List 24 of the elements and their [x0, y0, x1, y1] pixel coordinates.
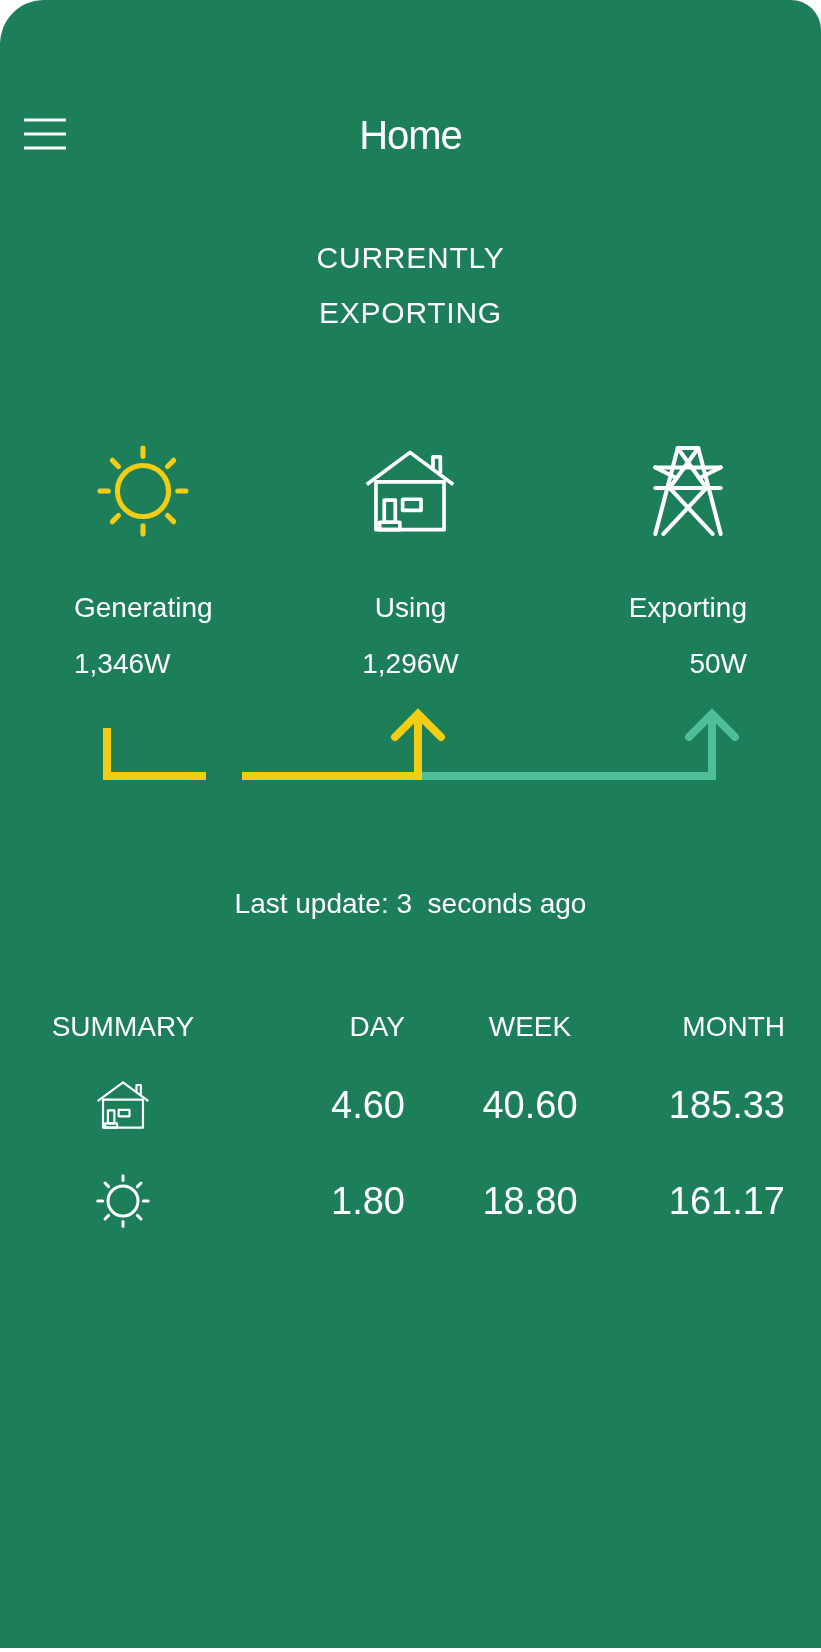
table-cell-text: 1.80 [331, 1178, 405, 1224]
menu-icon[interactable] [24, 116, 66, 152]
flow-label: Generating [74, 591, 213, 625]
status-text: CURRENTLY [316, 240, 505, 276]
flow-label: Exporting [628, 591, 747, 625]
house-icon [96, 1078, 150, 1132]
table-cell-text: 185.33 [668, 1082, 785, 1128]
flow-value: 50W [689, 647, 747, 681]
table-cell-text: 18.80 [482, 1178, 578, 1224]
column-header: WEEK [488, 1010, 572, 1044]
sun-icon [96, 1174, 150, 1228]
column-header: MONTH [682, 1010, 785, 1044]
page-title: Home [359, 112, 462, 159]
column-header: DAY [349, 1010, 405, 1044]
column-header: SUMMARY [51, 1010, 195, 1044]
status-text: EXPORTING [319, 295, 502, 331]
sun-icon [97, 445, 190, 537]
flow-value: 1,346W [74, 647, 171, 681]
table-cell-text: 4.60 [331, 1082, 405, 1128]
table-cell-text: 161.17 [668, 1178, 785, 1224]
flow-label: Using [374, 591, 447, 625]
table-cell-text: 40.60 [482, 1082, 578, 1128]
last-update-text: Last update: 3 seconds ago [234, 887, 587, 921]
flow-value: 1,296W [362, 647, 459, 681]
